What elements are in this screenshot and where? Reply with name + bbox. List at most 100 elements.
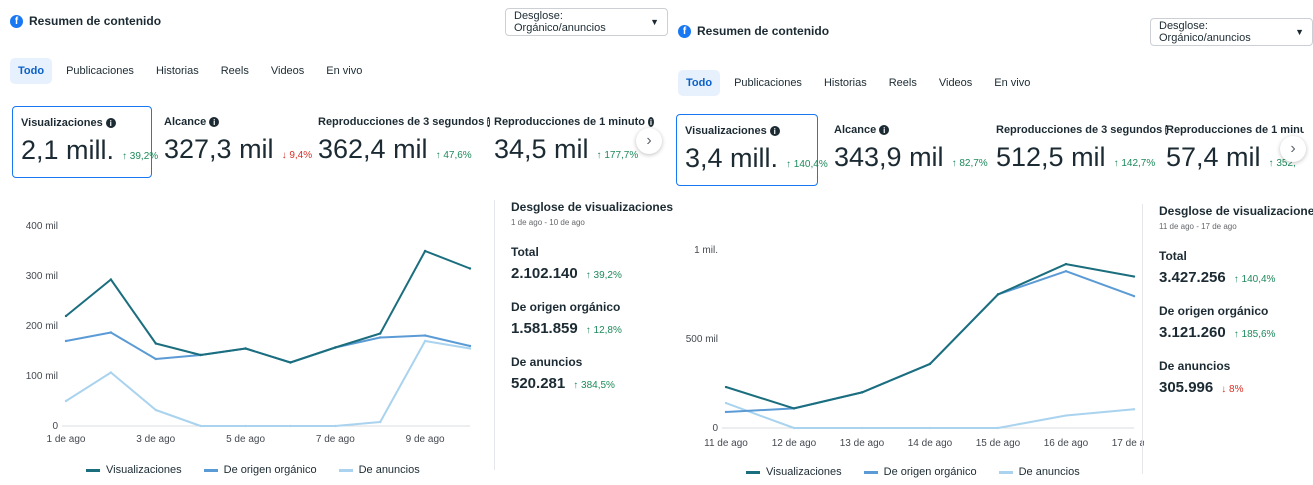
data-point-de-anuncios [64,399,68,403]
content-summary-panel-right: f Resumen de contenido Desglose: Orgánic… [668,0,1313,485]
data-point-de-anuncios [423,339,427,343]
data-point-de-anuncios [996,426,1000,430]
info-icon: i [769,126,780,136]
tab-reels[interactable]: Reels [881,70,925,96]
dropdown-label: Desglose: Orgánico/anuncios [514,10,606,34]
metric-change: ↑ 140,4% [1233,274,1276,285]
legend-label: Visualizaciones [766,466,842,478]
chevron-right-icon[interactable]: › [1280,136,1306,162]
legend-swatch [863,470,878,474]
data-point-de-anuncios [468,347,472,350]
card-label: Reproducciones de 1 minuto [1166,124,1304,136]
card-change: ↑ 47,6% [435,150,472,161]
metric-change: ↑ 185,6% [1233,329,1276,340]
breakdown-dropdown[interactable]: Desglose: Orgánico/anuncios ▼ [1150,18,1313,46]
data-point-de-anuncios [928,426,932,430]
card-alcance[interactable]: Alcance i 343,9 mil ↑ 82,7% [826,114,988,186]
x-tick-label: 1 de ago [47,434,86,445]
card-value: 327,3 mil [164,134,274,164]
data-point-de-anuncios [1064,414,1068,417]
y-tick-label: 300 mil [26,271,58,282]
x-tick-label: 13 de ago [840,438,885,449]
metric-label: De origen orgánico [1159,304,1269,318]
breakdown-date-range: 11 de ago - 17 de ago [1159,222,1237,231]
y-tick-label: 0 [712,423,718,434]
tab-publicaciones[interactable]: Publicaciones [58,58,142,84]
legend-label: Visualizaciones [106,464,182,476]
data-point-visualizaciones [724,385,728,389]
panel-title: Resumen de contenido [697,24,830,38]
card-visualizaciones[interactable]: Visualizaciones i 2,1 mill. ↑ 39,2% [12,106,158,178]
data-point-de-origen-organico [423,334,427,337]
caret-down-icon: ▼ [1295,27,1304,37]
info-icon: i [209,117,220,127]
card-value: 343,9 mil [834,142,944,172]
series-line-visualizaciones [65,250,471,364]
card-label: Reproducciones de 3 segundos [996,124,1163,136]
data-point-de-anuncios [244,424,247,428]
tab-videos[interactable]: Videos [263,58,312,84]
metric-value: 1.581.859 [511,320,578,337]
card-value: 34,5 mil [494,134,589,164]
data-point-visualizaciones [996,293,1000,296]
series-line-de-origen-organico [65,331,471,364]
card-label: Alcance [834,124,877,136]
data-point-de-anuncios [154,408,157,412]
card-reproducciones-3s[interactable]: Reproducciones de 3 segundos i 362,4 mil ↑… [310,106,490,178]
chevron-right-icon[interactable]: › [636,128,662,154]
views-breakdown: Desglose de visualizaciones 11 de ago - … [1142,204,1313,474]
metric-change: ↑ 384,5% [573,380,615,391]
card-visualizaciones[interactable]: Visualizaciones i 3,4 mill. ↑ 140,4% [676,114,828,186]
card-label: Visualizaciones [21,117,103,129]
legend-swatch [203,468,218,472]
series-line-de-anuncios [65,340,471,427]
metric-label: Total [1159,249,1187,263]
panel-title: Resumen de contenido [29,14,162,28]
info-icon: i [879,125,890,135]
breakdown-dropdown[interactable]: Desglose: Orgánico/anuncios ▼ [505,8,668,36]
card-value: 57,4 mil [1166,142,1261,172]
tab-en-vivo[interactable]: En vivo [318,58,370,84]
card-value: 3,4 mill. [685,143,779,173]
data-point-de-anuncios [379,420,382,424]
metric-label: De origen orgánico [511,300,621,314]
info-icon: i [105,118,116,128]
card-label: Reproducciones de 1 minuto [494,116,645,128]
legend-item: De anuncios [338,464,420,476]
x-tick-label: 9 de ago [406,434,445,445]
card-alcance[interactable]: Alcance i 327,3 mil ↓ 9,4% [156,106,312,178]
tab-todo[interactable]: Todo [10,58,53,84]
tab-todo[interactable]: Todo [678,70,721,96]
metric-value: 2.102.140 [511,265,578,282]
card-value: 2,1 mill. [21,135,115,165]
tab-videos[interactable]: Videos [931,70,980,96]
card-label: Reproducciones de 3 segundos [318,116,485,128]
content-tabs: Todo Publicaciones Historias Reels Video… [678,70,1038,96]
metric-value: 3.121.260 [1159,324,1226,341]
caret-down-icon: ▼ [650,17,659,27]
data-point-visualizaciones [289,361,292,364]
panel-header: f Resumen de contenido [678,24,829,38]
legend-swatch [998,470,1013,474]
data-point-visualizaciones [1064,262,1068,266]
data-point-de-origen-organico [724,410,728,414]
card-label: Alcance [164,116,207,128]
card-change: ↑ 82,7% [951,158,988,169]
y-tick-label: 0 [52,421,58,432]
legend-swatch [338,468,353,472]
content-summary-panel-left: f Resumen de contenido Desglose: Orgánic… [0,0,673,485]
metric-change: ↓ 8% [1221,384,1244,395]
data-point-de-anuncios [334,424,337,428]
card-label: Visualizaciones [685,125,767,137]
tab-reels[interactable]: Reels [213,58,257,84]
tab-historias[interactable]: Historias [148,58,207,84]
data-point-de-anuncios [792,426,796,430]
views-breakdown: Desglose de visualizaciones 1 de ago - 1… [494,200,673,470]
tab-en-vivo[interactable]: En vivo [986,70,1038,96]
tab-publicaciones[interactable]: Publicaciones [726,70,810,96]
card-reproducciones-3s[interactable]: Reproducciones de 3 segundos i 512,5 mil ↑… [988,114,1168,186]
legend-label: De origen orgánico [883,466,977,478]
tab-historias[interactable]: Historias [816,70,875,96]
y-tick-label: 500 mil [686,334,718,345]
data-point-visualizaciones [423,249,427,253]
